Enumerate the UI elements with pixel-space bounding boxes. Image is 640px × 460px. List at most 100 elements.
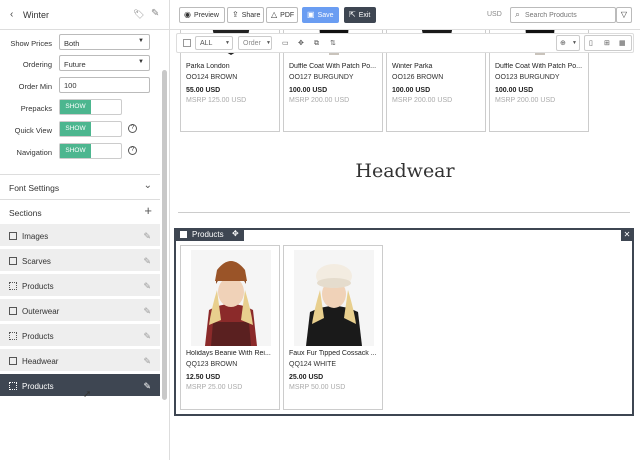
edit-pencil-icon[interactable]: ✎ [143,381,151,392]
edit-pencil-icon[interactable]: ✎ [143,306,151,317]
section-item-label: Scarves [22,257,51,266]
section-item-products-active[interactable]: Products ✎ [0,374,160,398]
edit-pencil-icon[interactable]: ✎ [151,8,159,19]
preview-label: Preview [193,12,219,19]
checkbox-icon [9,257,17,265]
section-item-products[interactable]: Products ✎ [0,324,160,348]
close-icon[interactable]: ✕ [621,229,633,241]
product-code: QQ123 BROWN [186,361,238,368]
grid-view-icon[interactable]: ⊞ [604,37,610,50]
sections-header: Sections + [0,199,160,223]
product-name: Holidays Beanie With Rei... [186,350,271,357]
image-icon [9,232,17,240]
product-name: Parka London [186,63,230,70]
product-msrp: MSRP 200.00 USD [289,97,350,104]
pdf-icon: △ [271,10,278,19]
select-all-checkbox[interactable] [183,39,191,47]
pdf-button[interactable]: △ PDF [266,7,298,23]
product-price: 100.00 USD [495,87,534,94]
help-icon[interactable]: ? [128,124,137,133]
help-icon[interactable]: ? [128,146,137,155]
toggle-state: SHOW [60,122,91,136]
show-prices-value: Both [64,39,80,48]
back-chevron-icon[interactable]: ‹ [10,9,13,20]
filter-icon: ▽ [620,10,628,19]
zoom-select[interactable]: ⊕ ▼ [556,35,580,51]
product-msrp: MSRP 25.00 USD [186,384,243,391]
section-item-label: Headwear [22,357,59,366]
ordering-value: Future [64,60,86,69]
section-item-products[interactable]: Products ✎ [0,274,160,298]
section-item-scarves[interactable]: Scarves ✎ [0,249,160,273]
toggle-state: SHOW [60,100,91,114]
edit-pencil-icon[interactable]: ✎ [143,331,151,342]
product-msrp: MSRP 200.00 USD [392,97,453,104]
order-min-input[interactable] [59,77,150,93]
show-prices-select[interactable]: Both ▼ [59,34,150,50]
grid-icon [9,332,17,340]
quick-view-row: Quick View SHOW ? [0,121,160,139]
sort-icon[interactable]: ⇅ [330,37,336,50]
selected-block-header[interactable]: Products ✥ [175,228,244,241]
font-settings-header[interactable]: Font Settings ⌄ [0,174,160,198]
quick-view-toggle[interactable]: SHOW [59,121,122,137]
filter-all-select[interactable]: ALL ▼ [195,36,233,50]
move-handle-icon[interactable]: ✥ [232,229,239,238]
caret-down-icon: ▼ [572,40,577,46]
sidebar: ‹ Winter 🏷 ✎ Show Prices Both ▼ Ordering … [0,0,170,460]
search-input[interactable] [525,9,613,21]
section-item-headwear[interactable]: Headwear ✎ [0,349,160,373]
list-view-icon[interactable]: ▦ [619,37,626,50]
show-prices-row: Show Prices Both ▼ [0,34,160,52]
edit-pencil-icon[interactable]: ✎ [143,281,151,292]
tag-icon[interactable]: 🏷 [133,9,144,20]
product-image [191,250,271,346]
sections-label: Sections [9,208,42,218]
single-view-icon[interactable]: ▯ [589,37,593,50]
toggle-state: SHOW [60,144,91,158]
exit-button[interactable]: ⇱ Exit [344,7,376,23]
search-box[interactable]: ⌕ [510,7,616,23]
filter-button[interactable]: ▽ [616,7,632,23]
ordering-label: Ordering [22,60,52,69]
add-section-icon[interactable]: + [144,203,152,218]
product-card[interactable]: Holidays Beanie With Rei... QQ123 BROWN … [180,245,280,410]
prepacks-toggle[interactable]: SHOW [59,99,122,115]
share-button[interactable]: ⇪ Share [227,7,264,23]
product-name: Duffle Coat With Patch Po... [289,63,377,70]
canvas-toolbar: ALL ▼ Order ▼ ▭ ✥ ⧉ ⇅ ⊕ ▼ ▯ ⊞ ▦ [176,33,634,53]
product-code: OO126 BROWN [392,74,444,81]
navigation-toggle[interactable]: SHOW [59,143,122,159]
search-icon: ⌕ [515,9,521,19]
product-price: 25.00 USD [289,374,324,381]
navigation-row: Navigation SHOW ? [0,143,160,161]
copy-icon[interactable]: ⧉ [314,37,319,50]
section-item-label: Outerwear [22,307,60,316]
product-msrp: MSRP 125.00 USD [186,97,247,104]
order-min-label: Order Min [18,82,52,91]
product-name: Duffle Coat With Patch Po... [495,63,583,70]
sidebar-scrollbar[interactable] [162,70,167,400]
preview-button[interactable]: ◉ Preview [179,7,225,23]
move-icon[interactable]: ✥ [298,37,304,50]
quick-view-label: Quick View [14,126,52,135]
save-icon: ▣ [307,10,315,19]
block-label: Products [192,230,224,239]
product-name: Winter Parka [392,63,433,70]
section-item-label: Products [22,382,54,391]
caret-down-icon: ▼ [138,59,144,65]
section-item-outerwear[interactable]: Outerwear ✎ [0,299,160,323]
section-item-images[interactable]: Images ✎ [0,224,160,248]
block-checkbox[interactable] [180,231,187,238]
ordering-select[interactable]: Future ▼ [59,55,150,71]
product-code: OO124 BROWN [186,74,238,81]
edit-pencil-icon[interactable]: ✎ [143,356,151,367]
edit-pencil-icon[interactable]: ✎ [143,256,151,267]
product-card[interactable]: Faux Fur Tipped Cossack ... QQ124 WHITE … [283,245,383,410]
edit-pencil-icon[interactable]: ✎ [143,231,151,242]
save-button[interactable]: ▣ Save [302,7,339,23]
label-icon[interactable]: ▭ [282,37,289,50]
product-price: 55.00 USD [186,87,221,94]
font-settings-label: Font Settings [9,183,60,193]
order-select[interactable]: Order ▼ [238,36,272,50]
